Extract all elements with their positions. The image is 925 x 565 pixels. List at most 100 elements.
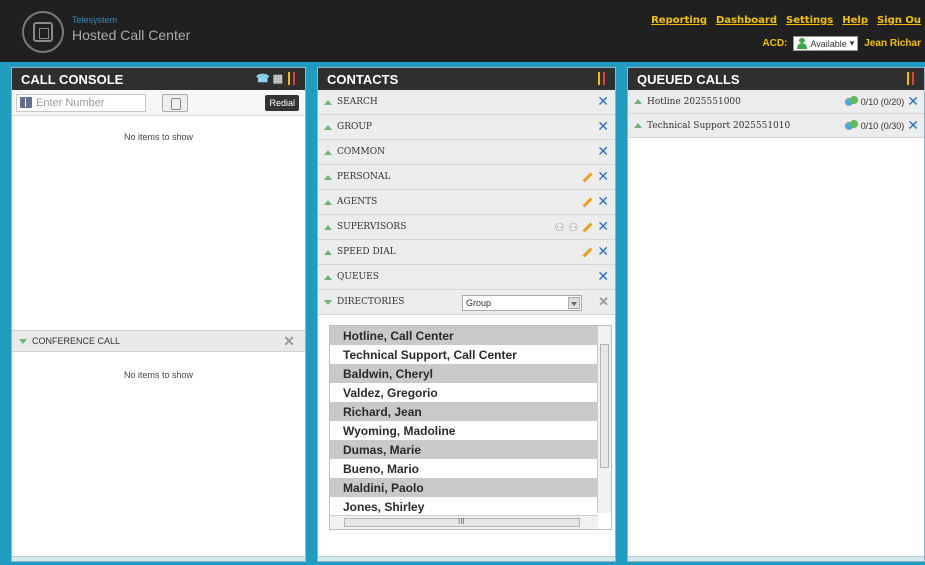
supervisor-add-icon[interactable]: ⚇: [555, 221, 565, 234]
nav-reporting[interactable]: Reporting: [651, 15, 707, 26]
acd-label: ACD:: [762, 38, 788, 49]
list-item[interactable]: Wyoming, Madoline: [330, 421, 611, 440]
phone-icon[interactable]: ☎: [256, 72, 270, 85]
contacts-row-directories[interactable]: DIRECTORIES Group ✕: [318, 290, 615, 315]
row-label: GROUP: [337, 122, 372, 132]
agents-icon: [844, 120, 858, 132]
supervisor-remove-icon[interactable]: ⚇: [568, 221, 578, 234]
close-icon[interactable]: ✕: [907, 95, 919, 109]
list-item[interactable]: Bueno, Mario: [330, 459, 611, 478]
contacts-title: CONTACTS: [327, 71, 399, 87]
expand-icon: [324, 149, 332, 155]
panel-resize-handle[interactable]: [628, 556, 924, 561]
close-icon[interactable]: ✕: [597, 195, 609, 209]
close-icon[interactable]: ✕: [597, 170, 609, 184]
brand-title: Hosted Call Center: [72, 27, 191, 43]
dial-button[interactable]: [162, 94, 188, 112]
panel-resize-handle[interactable]: [12, 556, 305, 561]
acd-status: Available: [810, 38, 847, 49]
queue-name: Technical Support 2025551010: [647, 120, 791, 131]
contacts-row-personal[interactable]: PERSONAL ✕: [318, 165, 615, 190]
contacts-header: CONTACTS: [318, 68, 615, 90]
available-icon: [797, 38, 808, 49]
horizontal-scrollbar[interactable]: III: [330, 515, 598, 529]
list-item[interactable]: Technical Support, Call Center: [330, 345, 611, 364]
enter-number-input[interactable]: Enter Number: [16, 93, 146, 112]
panel-resize-handle[interactable]: [318, 556, 615, 561]
conference-call-header[interactable]: CONFERENCE CALL ✕: [12, 330, 305, 352]
list-item[interactable]: Richard, Jean: [330, 402, 611, 421]
contacts-row-supervisors[interactable]: SUPERVISORS ⚇ ⚇ ✕: [318, 215, 615, 240]
row-label: COMMON: [337, 147, 385, 157]
list-item[interactable]: Dumas, Marie: [330, 440, 611, 459]
queued-calls-title: QUEUED CALLS: [637, 71, 740, 87]
queued-calls-header: QUEUED CALLS: [628, 68, 924, 90]
row-label: DIRECTORIES: [337, 297, 405, 307]
chevron-down-icon: ▾: [849, 38, 855, 48]
expand-icon: [634, 123, 642, 128]
settings-icon[interactable]: [286, 72, 298, 85]
agents-icon: [844, 96, 858, 108]
call-console-panel: CALL CONSOLE ☎ ▦ Enter Number Redial No …: [11, 67, 306, 562]
edit-icon[interactable]: [582, 247, 593, 257]
queue-row[interactable]: Technical Support 2025551010 0/10 (0/30)…: [628, 114, 924, 138]
acd-status-select[interactable]: Available ▾: [793, 36, 859, 51]
dial-bar: Enter Number Redial: [12, 90, 305, 116]
contacts-row-search[interactable]: SEARCH ✕: [318, 90, 615, 115]
call-console-header: CALL CONSOLE ☎ ▦: [12, 68, 305, 90]
list-item[interactable]: Valdez, Gregorio: [330, 383, 611, 402]
top-banner: Telesystem Hosted Call Center Reporting …: [0, 0, 925, 62]
edit-icon[interactable]: [582, 172, 593, 182]
close-icon[interactable]: ✕: [598, 295, 609, 310]
vertical-scrollbar[interactable]: [597, 326, 611, 513]
list-item[interactable]: Baldwin, Cheryl: [330, 364, 611, 383]
logo-icon: [22, 11, 64, 53]
queue-name: Hotline 2025551000: [647, 96, 741, 107]
nav-dashboard[interactable]: Dashboard: [716, 15, 777, 26]
enter-number-placeholder: Enter Number: [36, 96, 105, 109]
phonebook-icon[interactable]: [20, 97, 32, 108]
collapse-icon: [324, 299, 332, 305]
contacts-row-common[interactable]: COMMON ✕: [318, 140, 615, 165]
nav-help[interactable]: Help: [842, 15, 868, 26]
chevron-down-icon[interactable]: [568, 297, 580, 309]
console-empty-text: No items to show: [123, 132, 194, 142]
directory-filter-select[interactable]: Group: [462, 295, 582, 311]
close-icon[interactable]: ✕: [597, 245, 609, 259]
settings-icon[interactable]: [596, 72, 608, 85]
contacts-row-group[interactable]: GROUP ✕: [318, 115, 615, 140]
expand-icon: [324, 124, 332, 130]
brand-small: Telesystem: [72, 15, 118, 25]
list-item[interactable]: Hotline, Call Center: [330, 326, 611, 345]
row-label: SEARCH: [337, 97, 378, 107]
queue-row[interactable]: Hotline 2025551000 0/10 (0/20) ✕: [628, 90, 924, 114]
queue-stats: 0/10 (0/30): [860, 121, 905, 131]
nav-settings[interactable]: Settings: [786, 15, 833, 26]
conference-call-title: CONFERENCE CALL: [32, 336, 121, 346]
scroll-grip: III: [458, 517, 465, 526]
close-icon[interactable]: ✕: [597, 145, 609, 159]
close-icon[interactable]: ✕: [907, 119, 919, 133]
close-icon[interactable]: ✕: [597, 120, 609, 134]
contacts-row-queues[interactable]: QUEUES ✕: [318, 265, 615, 290]
contacts-row-speed-dial[interactable]: SPEED DIAL ✕: [318, 240, 615, 265]
list-item[interactable]: Jones, Shirley: [330, 497, 611, 516]
top-nav: Reporting Dashboard Settings Help Sign O…: [651, 15, 921, 26]
expand-icon: [634, 99, 642, 104]
close-icon[interactable]: ✕: [597, 220, 609, 234]
call-console-title: CALL CONSOLE: [21, 71, 124, 87]
grid-icon[interactable]: ▦: [273, 72, 283, 85]
close-icon[interactable]: ✕: [283, 333, 295, 350]
list-item[interactable]: Maldini, Paolo: [330, 478, 611, 497]
close-icon[interactable]: ✕: [597, 270, 609, 284]
edit-icon[interactable]: [582, 222, 593, 232]
acd-row: ACD: Available ▾ Jean Richar: [762, 36, 921, 51]
expand-icon: [324, 199, 332, 205]
redial-button[interactable]: Redial: [265, 95, 299, 111]
close-icon[interactable]: ✕: [597, 95, 609, 109]
nav-sign-out[interactable]: Sign Ou: [877, 15, 921, 26]
settings-icon[interactable]: [905, 72, 917, 85]
edit-icon[interactable]: [582, 197, 593, 207]
contacts-row-agents[interactable]: AGENTS ✕: [318, 190, 615, 215]
expand-icon: [324, 174, 332, 180]
